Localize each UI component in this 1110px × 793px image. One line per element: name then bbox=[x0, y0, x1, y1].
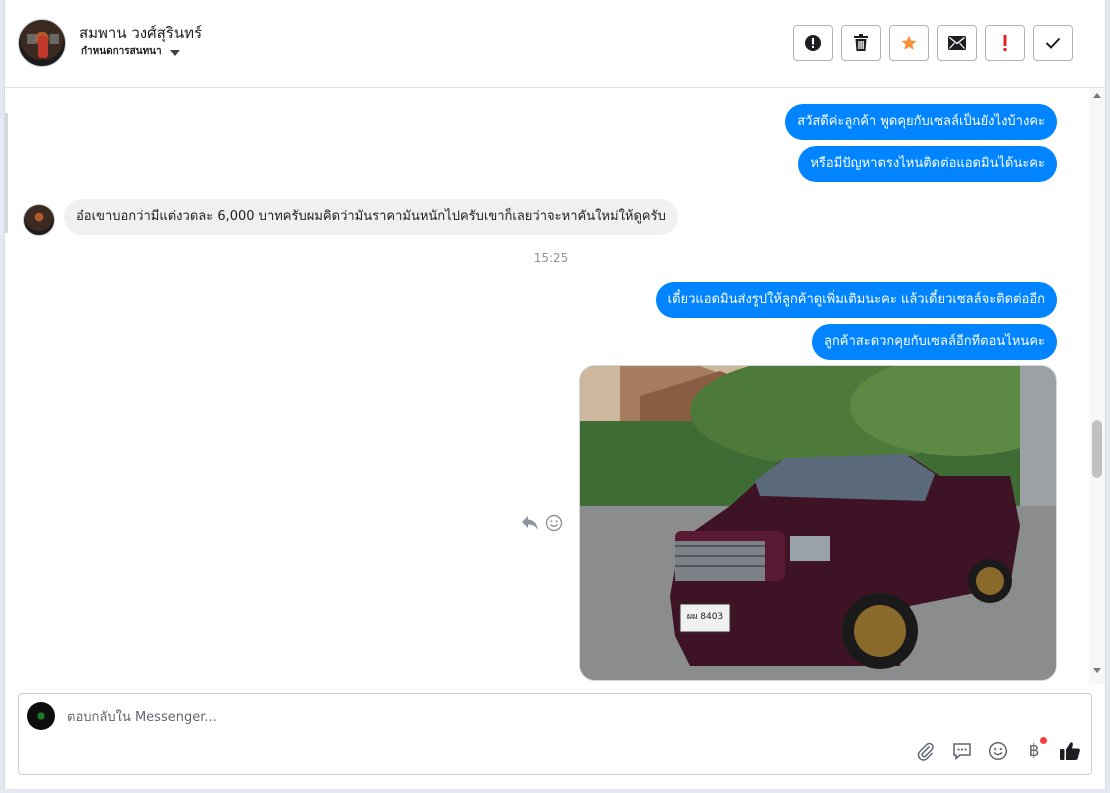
reply-composer: ฿ bbox=[18, 693, 1092, 775]
photo-attachment[interactable]: ผผ 8403 bbox=[579, 365, 1057, 681]
contact-name[interactable]: สมพาน วงศ์สุรินทร์ bbox=[79, 21, 202, 45]
like-button[interactable] bbox=[1059, 740, 1081, 762]
alert-circle-icon bbox=[805, 35, 821, 51]
payment-button[interactable]: ฿ bbox=[1023, 737, 1047, 762]
saved-replies-button[interactable] bbox=[951, 740, 973, 762]
mark-spam-button[interactable] bbox=[793, 25, 833, 61]
attach-button[interactable] bbox=[915, 740, 937, 762]
composer-tools: ฿ bbox=[915, 737, 1081, 762]
exclamation-icon bbox=[1003, 35, 1007, 51]
label-dropdown[interactable]: กำหนดการสนทนา bbox=[81, 44, 180, 59]
thread-scrollbar[interactable] bbox=[1089, 89, 1105, 684]
emoji-button[interactable] bbox=[987, 740, 1009, 762]
delete-button[interactable] bbox=[841, 25, 881, 61]
emoji-react-icon[interactable] bbox=[545, 514, 563, 532]
pickup-truck-photo bbox=[580, 366, 1056, 680]
contact-avatar-small[interactable] bbox=[23, 204, 55, 236]
check-icon bbox=[1045, 37, 1061, 49]
conversation-header: สมพาน วงศ์สุรินทร์ กำหนดการสนทนา bbox=[5, 0, 1107, 88]
star-icon bbox=[901, 35, 917, 50]
outgoing-message[interactable]: สวัสดีค่ะลูกค้า พูดคุยกับเซลล์เป็นยังไงบ… bbox=[785, 104, 1057, 140]
outgoing-message[interactable]: ลูกค้าสะดวกคุยกับเซลล์อีกทีตอนไหนคะ bbox=[811, 324, 1057, 360]
smiley-icon bbox=[988, 741, 1008, 761]
reply-input[interactable] bbox=[67, 706, 767, 728]
thumbs-up-icon bbox=[1060, 742, 1080, 760]
message-hover-tools bbox=[521, 514, 563, 532]
mark-unread-button[interactable] bbox=[937, 25, 977, 61]
outgoing-message[interactable]: เดี๋ยวแอดมินส่งรูปให้ลูกค้าดูเพิ่มเติมนะ… bbox=[655, 282, 1057, 318]
trash-icon bbox=[854, 34, 868, 51]
incoming-message[interactable]: อ๋อเขาบอกว่ามีแต่งวดละ 6,000 บาทครับผมคิ… bbox=[64, 199, 678, 235]
notification-dot bbox=[1040, 737, 1047, 744]
scroll-down-icon[interactable] bbox=[1093, 668, 1101, 673]
message-thread: สวัสดีค่ะลูกค้า พูดคุยกับเซลล์เป็นยังไงบ… bbox=[5, 89, 1107, 684]
outgoing-message[interactable]: หรือมีปัญหาตรงไหนติดต่อแอดมินได้นะคะ bbox=[798, 146, 1057, 182]
mark-done-button[interactable] bbox=[1033, 25, 1073, 61]
label-dropdown-text: กำหนดการสนทนา bbox=[81, 46, 162, 57]
chat-bubble-icon bbox=[953, 743, 971, 761]
scrollbar-thumb[interactable] bbox=[1092, 420, 1102, 478]
baht-icon: ฿ bbox=[1028, 741, 1040, 761]
caret-down-icon bbox=[169, 49, 180, 56]
thread-edge-divider bbox=[5, 113, 8, 233]
contact-avatar[interactable] bbox=[18, 19, 66, 67]
star-button[interactable] bbox=[889, 25, 929, 61]
paperclip-icon bbox=[917, 742, 934, 761]
page-avatar bbox=[27, 702, 55, 730]
reply-icon[interactable] bbox=[521, 515, 539, 531]
header-actions bbox=[793, 25, 1073, 61]
messenger-window: สมพาน วงศ์สุรินทร์ กำหนดการสนทนา สวัสดีค… bbox=[4, 0, 1107, 789]
envelope-icon bbox=[948, 36, 966, 50]
message-timestamp: 15:25 bbox=[533, 251, 569, 265]
scroll-up-icon[interactable] bbox=[1093, 93, 1101, 98]
license-plate: ผผ 8403 bbox=[686, 612, 724, 622]
follow-up-button[interactable] bbox=[985, 25, 1025, 61]
